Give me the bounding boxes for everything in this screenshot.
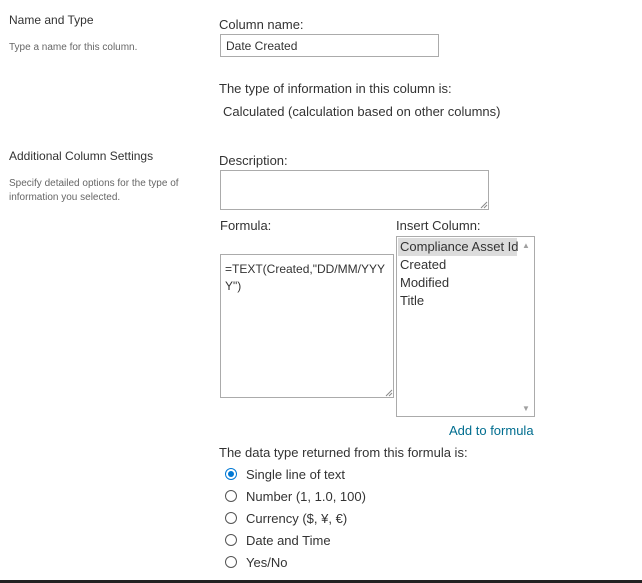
add-to-formula-link[interactable]: Add to formula	[449, 423, 534, 438]
return-type-label: The data type returned from this formula…	[219, 445, 468, 460]
scroll-down-icon[interactable]: ▼	[518, 401, 534, 415]
insert-column-items: Compliance Asset Id Created Modified Tit…	[398, 238, 519, 310]
radio-label: Currency ($, ¥, €)	[246, 510, 348, 526]
radio-label: Single line of text	[246, 466, 346, 482]
name-and-type-title: Name and Type	[9, 13, 94, 27]
list-item[interactable]: Modified	[398, 274, 517, 292]
insert-column-listbox[interactable]: Compliance Asset Id Created Modified Tit…	[396, 236, 535, 417]
radio-unchecked-icon[interactable]	[225, 512, 237, 524]
radio-unchecked-icon[interactable]	[225, 556, 237, 568]
radio-label: Yes/No	[246, 554, 288, 570]
additional-settings-title: Additional Column Settings	[9, 149, 154, 163]
name-and-type-description: Type a name for this column.	[9, 42, 138, 53]
column-name-label: Column name:	[219, 17, 304, 32]
additional-settings-description: Specify detailed options for the type of…	[9, 178, 179, 203]
resize-grip-icon[interactable]	[385, 389, 393, 397]
column-name-input[interactable]	[220, 34, 439, 57]
formula-label: Formula:	[220, 218, 272, 233]
radio-option-yes-no[interactable]: Yes/No	[225, 551, 366, 573]
description-textarea-wrapper	[220, 170, 489, 210]
type-info-value: Calculated (calculation based on other c…	[223, 104, 501, 119]
listbox-scrollbar[interactable]: ▲ ▼	[518, 237, 534, 416]
scroll-up-icon[interactable]: ▲	[518, 238, 534, 252]
formula-textarea[interactable]	[220, 254, 394, 398]
radio-unchecked-icon[interactable]	[225, 490, 237, 502]
radio-label: Number (1, 1.0, 100)	[246, 488, 366, 504]
list-item[interactable]: Compliance Asset Id	[398, 238, 519, 256]
formula-textarea-wrapper	[220, 254, 394, 398]
radio-option-currency[interactable]: Currency ($, ¥, €)	[225, 507, 366, 529]
return-type-radio-group: Single line of text Number (1, 1.0, 100)…	[225, 463, 366, 573]
radio-label: Date and Time	[246, 532, 331, 548]
radio-option-date-time[interactable]: Date and Time	[225, 529, 366, 551]
list-item[interactable]: Title	[398, 292, 517, 310]
radio-unchecked-icon[interactable]	[225, 534, 237, 546]
description-textarea[interactable]	[220, 170, 489, 210]
radio-option-single-line-text[interactable]: Single line of text	[225, 463, 366, 485]
description-label: Description:	[219, 153, 288, 168]
type-info-label: The type of information in this column i…	[219, 81, 452, 96]
radio-option-number[interactable]: Number (1, 1.0, 100)	[225, 485, 366, 507]
resize-grip-icon[interactable]	[480, 201, 488, 209]
radio-checked-icon[interactable]	[225, 468, 237, 480]
list-item[interactable]: Created	[398, 256, 517, 274]
insert-column-label: Insert Column:	[396, 218, 481, 233]
